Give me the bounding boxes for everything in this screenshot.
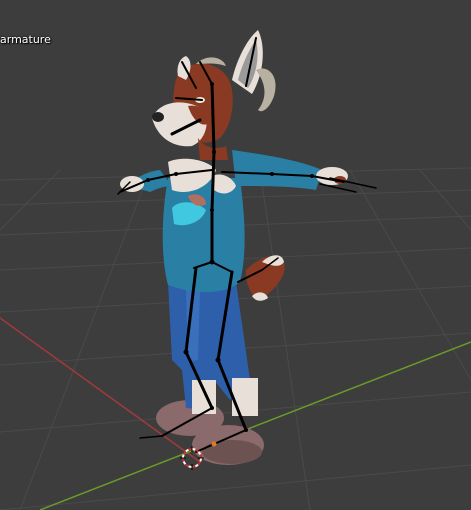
viewport-scene[interactable]	[0, 0, 471, 510]
object-origin	[211, 441, 217, 447]
active-object-label: armature	[0, 33, 51, 46]
y-axis-line	[39, 341, 471, 510]
x-axis-line	[0, 317, 201, 463]
3d-viewport[interactable]: armature	[0, 0, 471, 510]
